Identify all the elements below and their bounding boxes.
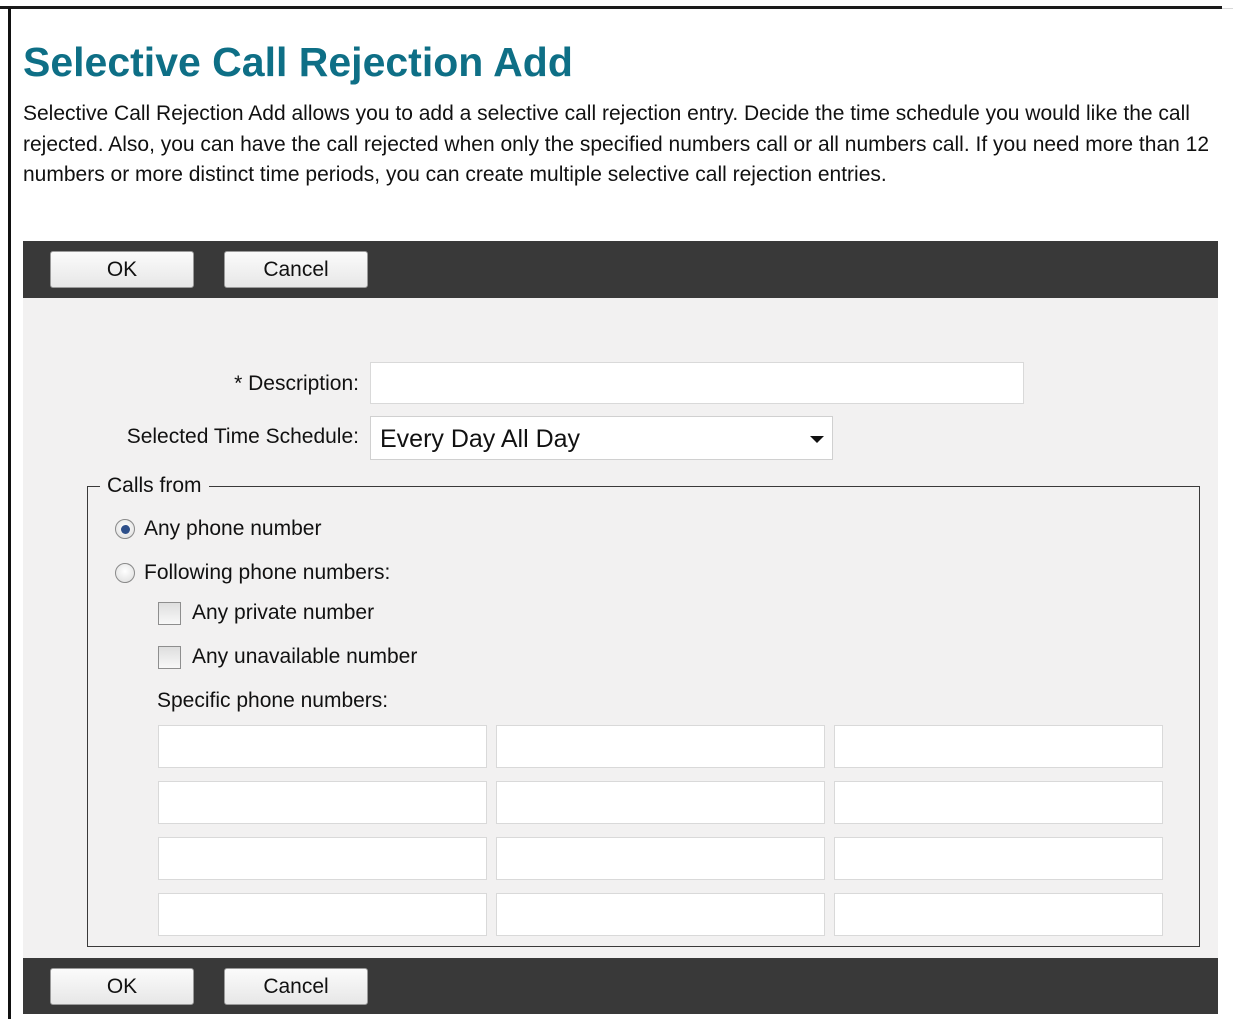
time-schedule-label: Selected Time Schedule: (126, 425, 359, 448)
time-schedule-select[interactable]: Every Day All Day (370, 416, 833, 460)
window-top-edge (0, 0, 1233, 9)
time-schedule-value: Every Day All Day (380, 425, 581, 453)
selective-call-rejection-page: Selective Call Rejection Add Selective C… (11, 9, 1233, 1019)
following-phone-numbers-radio[interactable] (115, 563, 135, 583)
any-unavailable-number-checkbox[interactable] (158, 645, 181, 669)
ok-button-bottom[interactable]: OK (50, 968, 194, 1005)
page-description: Selective Call Rejection Add allows you … (23, 102, 1209, 186)
top-button-bar: OK Cancel (23, 241, 1218, 298)
phone-number-input-10[interactable] (158, 893, 487, 936)
cancel-button-top[interactable]: Cancel (224, 251, 368, 288)
any-private-number-option[interactable]: Any private number (158, 601, 374, 625)
any-unavailable-number-label: Any unavailable number (192, 645, 418, 668)
description-input[interactable] (370, 362, 1024, 404)
any-private-number-label: Any private number (192, 601, 375, 624)
any-phone-number-option[interactable]: Any phone number (115, 517, 321, 541)
ok-button-top[interactable]: OK (50, 251, 194, 288)
phone-number-input-12[interactable] (834, 893, 1163, 936)
phone-number-input-8[interactable] (496, 837, 825, 880)
any-private-number-checkbox[interactable] (158, 601, 181, 625)
bottom-button-bar: OK Cancel (23, 958, 1218, 1014)
phone-number-input-1[interactable] (158, 725, 487, 768)
phone-number-input-6[interactable] (834, 781, 1163, 824)
phone-number-input-4[interactable] (158, 781, 487, 824)
any-phone-number-label: Any phone number (144, 517, 322, 540)
phone-number-input-2[interactable] (496, 725, 825, 768)
any-phone-number-radio[interactable] (115, 519, 135, 539)
form-area: * Description: Selected Time Schedule: E… (23, 298, 1218, 958)
following-phone-numbers-option[interactable]: Following phone numbers: (115, 561, 390, 585)
phone-number-input-3[interactable] (834, 725, 1163, 768)
specific-phone-numbers-label: Specific phone numbers: (157, 689, 389, 712)
phone-number-input-7[interactable] (158, 837, 487, 880)
page-title: Selective Call Rejection Add (23, 39, 573, 85)
calls-from-legend: Calls from (107, 474, 202, 497)
any-unavailable-number-option[interactable]: Any unavailable number (158, 645, 417, 669)
chevron-down-icon (810, 436, 824, 443)
phone-number-input-9[interactable] (834, 837, 1163, 880)
following-phone-numbers-label: Following phone numbers: (144, 561, 391, 584)
description-label: * Description: (234, 372, 359, 395)
cancel-button-bottom[interactable]: Cancel (224, 968, 368, 1005)
phone-number-input-11[interactable] (496, 893, 825, 936)
phone-number-input-5[interactable] (496, 781, 825, 824)
